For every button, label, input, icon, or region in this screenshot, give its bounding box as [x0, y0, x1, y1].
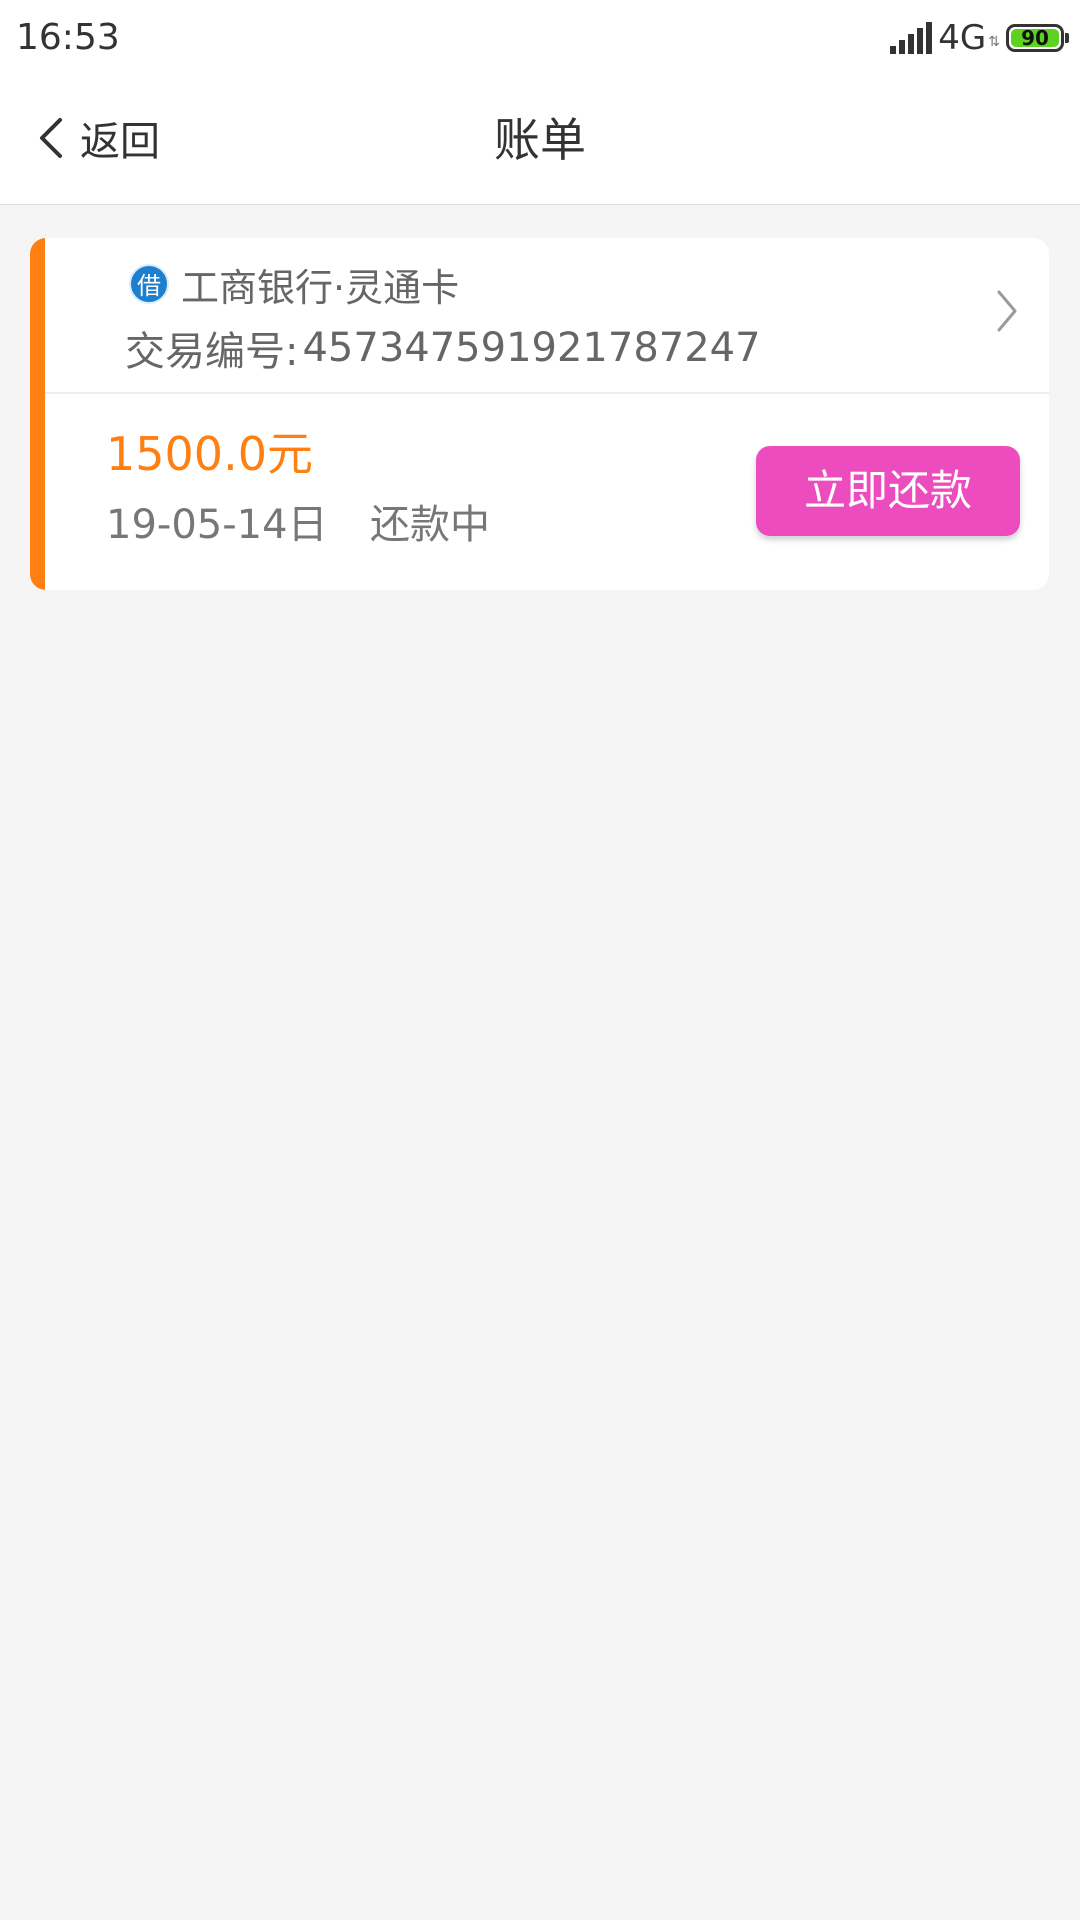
network-type: 4G: [938, 18, 987, 58]
bill-card-header[interactable]: 借 工商银行·灵通卡 交易编号: 457347591921787247: [45, 238, 1049, 394]
status-time: 16:53: [16, 17, 120, 58]
signal-icon: [890, 22, 933, 54]
battery-icon: 90: [1006, 24, 1069, 52]
chevron-right-icon: [997, 290, 1017, 332]
bank-name: 工商银行·灵通卡: [181, 265, 460, 310]
battery-level: 90: [1021, 26, 1049, 50]
status-indicators: 4G ⇅ 90: [890, 18, 1069, 58]
accent-bar: [30, 238, 45, 590]
battery-tip: [1065, 33, 1069, 43]
page-title: 账单: [494, 113, 586, 167]
bill-amount: 1500.0元: [106, 427, 313, 481]
nav-bar: 返回 账单: [0, 76, 1080, 205]
trade-number-value: 457347591921787247: [302, 325, 761, 371]
bill-card[interactable]: 借 工商银行·灵通卡 交易编号: 457347591921787247 1500…: [30, 238, 1049, 590]
data-arrows-icon: ⇅: [988, 34, 1000, 50]
loan-icon: 借: [129, 264, 169, 304]
trade-number-row: 交易编号: 457347591921787247: [125, 322, 761, 375]
bank-row: 借 工商银行·灵通卡: [129, 258, 459, 310]
bill-date: 19-05-14日: [106, 502, 328, 548]
battery-fill: 90: [1011, 26, 1059, 50]
bill-status: 还款中: [370, 502, 490, 548]
trade-number-label: 交易编号:: [125, 329, 299, 375]
repay-now-button[interactable]: 立即还款: [756, 446, 1020, 536]
status-bar: 16:53 4G ⇅ 90: [0, 0, 1080, 76]
